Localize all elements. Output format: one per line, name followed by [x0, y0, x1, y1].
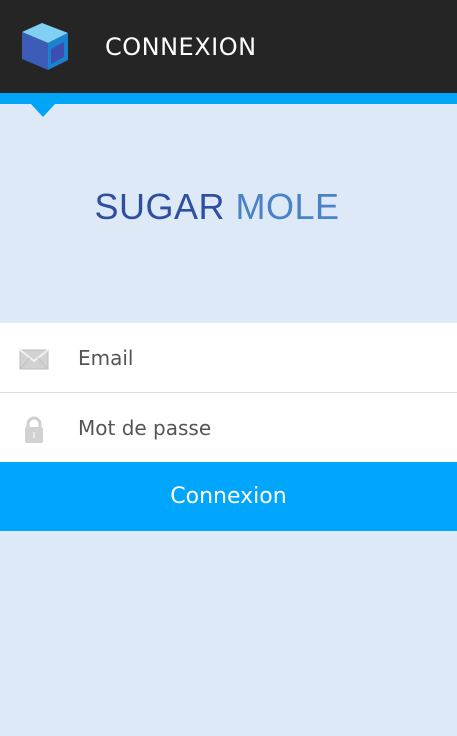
- page-title: CONNEXION: [105, 33, 257, 61]
- padlock-icon: [25, 416, 43, 443]
- tab-pointer: [31, 104, 55, 117]
- envelope-icon: [19, 349, 49, 370]
- cube-logo-icon: [22, 23, 68, 70]
- accent-bar: [0, 93, 457, 104]
- email-field-row: [0, 323, 457, 392]
- email-input[interactable]: [78, 340, 428, 376]
- brand-word-mole: MOLE: [235, 186, 340, 227]
- password-input[interactable]: [78, 410, 428, 446]
- brand-word-sugar: SUGAR: [94, 186, 225, 227]
- top-app-bar: CONNEXION: [0, 0, 457, 93]
- brand-logo: SUGAR MOLE: [0, 183, 434, 231]
- login-button[interactable]: Connexion: [0, 462, 457, 531]
- password-field-row: [0, 393, 457, 462]
